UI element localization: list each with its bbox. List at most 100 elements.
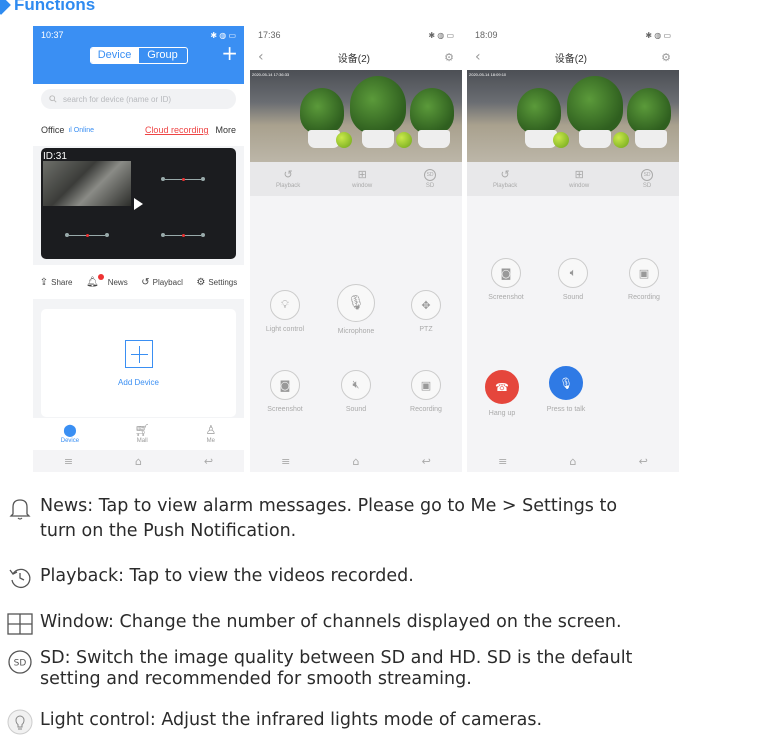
play-icon[interactable] [134,198,143,210]
ptz-button[interactable]: ✥ PTZ [391,290,461,333]
add-device-card[interactable]: Add Device [41,309,236,417]
legend-light-text: Light control: Adjust the infrared light… [40,710,543,730]
video-scene [362,130,394,148]
sd-tool[interactable]: SD SD [641,169,654,189]
playback-icon [0,564,40,592]
tab-device-bottom[interactable]: ⬤ Device [61,418,79,450]
sd-tool[interactable]: SD SD [424,169,437,189]
tab-mall-label: Mall [136,438,148,444]
channel-placeholder [161,232,205,238]
video-toolbar: ↺ Playback ⊞ window SD SD [467,162,679,196]
add-icon[interactable]: + [221,42,238,64]
camera-preview-card[interactable]: ID:31 [41,148,236,259]
legend-news-line1: News: Tap to view alarm messages. Please… [40,496,618,516]
add-device-label: Add Device [118,377,159,387]
window-tool[interactable]: ⊞ window [352,169,372,189]
menu-icon[interactable]: ≡ [498,455,507,468]
tab-mall[interactable]: 🛒︎ Mall [135,418,150,450]
recording-button[interactable]: ▣ Recording [609,258,679,301]
settings-button[interactable]: ⚙ Settings [196,277,237,288]
screenshot-button[interactable]: ◙ Screenshot [471,258,541,301]
light-control-button[interactable]: 💡︎ Light control [250,290,320,333]
cloud-recording-link[interactable]: Cloud recording [145,125,209,135]
tab-group[interactable]: Group [139,48,187,63]
gear-icon[interactable]: ⚙ [661,51,671,64]
status-icons: ✱ ◍ ▭ [210,30,236,40]
back-icon[interactable]: ↩ [204,455,213,468]
recording-label: Recording [410,406,442,413]
gear-icon[interactable]: ⚙ [444,51,454,64]
menu-icon[interactable]: ≡ [64,455,73,468]
news-label: News [107,277,128,287]
device-actions: ⇪ Share 🔔︎ News ↺ Playbacl ⚙ Settings [33,265,244,299]
screenshot-label: Screenshot [488,294,524,301]
sd-icon: SD [0,648,40,676]
playback-icon: ↺ [283,168,293,181]
tab-me[interactable]: ♙ Me [205,418,216,450]
status-time: 17:36 [258,30,281,40]
phone-device-list: 10:37 ✱ ◍ ▭ Device Group + search for de… [33,26,244,472]
video-timestamp: 2020-05-14 18:09:10 [469,72,507,77]
status-time: 18:09 [475,30,498,40]
legend-window-text: Window: Change the number of channels di… [40,612,622,632]
bell-icon: 🔔︎ [86,276,99,288]
screenshot-button[interactable]: ◙ Screenshot [250,370,320,413]
back-icon[interactable]: ↩ [422,455,431,468]
search-input[interactable]: search for device (name or ID) [41,89,236,109]
live-video[interactable]: 2020-05-14 18:09:10 [467,70,679,162]
window-tool-label: window [569,182,590,189]
video-scene [410,88,454,134]
video-scene [567,76,623,134]
search-icon [49,95,57,103]
window-grid-icon: ⊞ [574,168,584,181]
playback-label: Playbacl [152,277,183,287]
microphone-button[interactable]: 🎙︎ Microphone [321,284,391,335]
settings-label: Settings [208,277,238,287]
section-title: Functions [0,0,95,16]
hang-up-button[interactable]: ☎ Hang up [467,370,537,417]
back-chevron-icon[interactable]: ‹ [475,49,481,65]
status-bar: 17:36 ✱ ◍ ▭ [250,26,462,44]
window-grid-icon [0,610,40,638]
tab-me-label: Me [206,438,215,444]
page-title: 设备(2) [337,53,370,65]
speaker-mute-icon: 🔇︎ [341,370,371,400]
menu-icon[interactable]: ≡ [281,455,290,468]
playback-button[interactable]: ↺ Playbacl [141,277,183,288]
user-icon: ♙ [205,423,217,437]
home-icon[interactable]: ⌂ [135,455,142,468]
live-video[interactable]: 2020-05-14 17:36:33 [250,70,462,162]
online-label: Online [73,126,95,134]
share-icon: ⇪ [39,276,49,288]
home-icon[interactable]: ⌂ [570,455,577,468]
back-icon[interactable]: ↩ [639,455,648,468]
video-scene [579,130,611,148]
legend-light: Light control: Adjust the infrared light… [0,708,542,736]
section-title-text: Functions [14,0,96,14]
video-scene [300,88,344,134]
back-chevron-icon[interactable]: ‹ [258,49,264,65]
screenshot-label: Screenshot [267,406,303,413]
sd-tool-label: SD [642,183,652,189]
playback-tool[interactable]: ↺ Playback [276,168,300,189]
press-to-talk-label: Press to talk [546,406,586,413]
gear-icon: ⚙ [196,276,206,288]
online-status: ıl Online [68,127,94,134]
press-to-talk-button[interactable]: 🎙︎ Press to talk [531,366,601,413]
bottom-tabbar: ⬤ Device 🛒︎ Mall ♙ Me [33,418,244,450]
news-badge [97,273,104,280]
home-icon[interactable]: ⌂ [353,455,360,468]
playback-tool[interactable]: ↺ Playback [493,169,517,189]
video-record-icon: ▣ [629,258,659,288]
more-button[interactable]: More [215,125,236,135]
sound-button[interactable]: 🔇︎ Sound [321,370,391,413]
tab-device[interactable]: Device [90,47,139,63]
share-button[interactable]: ⇪ Share [40,277,73,288]
sd-icon: SD [641,169,654,181]
recording-button[interactable]: ▣ Recording [391,370,461,413]
system-navbar: ≡ ⌂ ↩ [467,450,679,472]
news-button[interactable]: 🔔︎ News [86,273,128,288]
window-tool[interactable]: ⊞ window [569,168,590,189]
hang-up-label: Hang up [488,410,516,417]
sound-button[interactable]: 🔈︎ Sound [538,258,608,301]
